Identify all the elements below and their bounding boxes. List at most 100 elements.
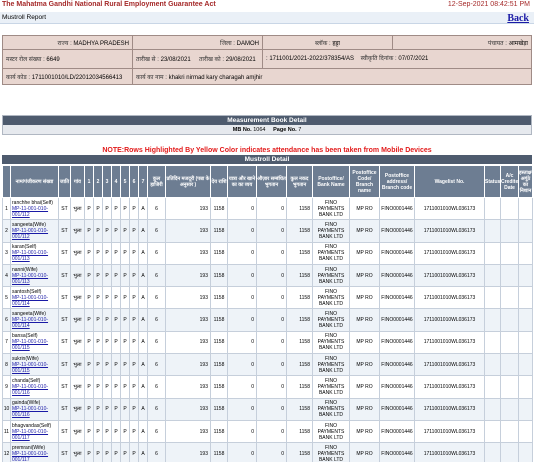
row-attendance-day-6: P xyxy=(129,286,139,310)
row-worker: santosh(Self) MP-11-001-010-001/114 xyxy=(10,286,59,310)
row-due-amount: 1158 xyxy=(210,219,228,243)
row-attendance-day-4: P xyxy=(111,219,121,243)
row-daily-wage: 193 xyxy=(165,442,211,462)
table-row: 7 bansa(Self) MP-11-001-010-001/115 ST भुला P… xyxy=(2,330,533,355)
row-attendance-day-3: P xyxy=(102,308,112,332)
row-cash-payment: 1158 xyxy=(286,419,313,444)
row-attendance-day-1: P xyxy=(84,263,94,288)
row-sno: 3 xyxy=(2,241,11,265)
row-attendance-day-7: A xyxy=(138,286,148,310)
measurement-book-panel: Measurement Book Detail MB No. 1064 Page… xyxy=(2,115,532,135)
page-no-value: 7 xyxy=(298,127,302,133)
row-sno: 4 xyxy=(2,263,11,288)
row-credited-date xyxy=(500,196,519,221)
row-wagelist: 1711001010WL036173 xyxy=(414,353,485,377)
row-sno: 9 xyxy=(2,375,11,399)
job-card-link[interactable]: MP-11-001-010-001/116 xyxy=(12,406,58,418)
msr-cell: मस्टर रोल संख्या : 6649 xyxy=(2,49,133,69)
bank-name-line: BANK LTD xyxy=(318,278,344,285)
job-card-link[interactable]: MP-11-001-010-001/112 xyxy=(12,206,58,218)
row-due-amount: 1158 xyxy=(210,375,228,399)
row-postoffice-address: FINO0001446 xyxy=(379,330,415,355)
row-postoffice-code: MP RO xyxy=(349,330,380,355)
row-credited-date xyxy=(500,419,519,444)
job-card-link[interactable]: MP-11-001-010-001/117 xyxy=(12,451,58,462)
work-code-cell: कार्य कोड : 1711001010/LD/22012034566413 xyxy=(2,68,133,85)
row-attendance-day-5: P xyxy=(120,442,130,462)
row-attendance-day-6: P xyxy=(129,219,139,243)
sanction-cell: : 1711001/2021-2022/378354/AS स्वीकृति द… xyxy=(262,49,532,69)
row-postoffice-bank: FINO PAYMENTS BANK LTD xyxy=(312,397,350,421)
job-card-link[interactable]: MP-11-001-010-001/117 xyxy=(12,429,58,441)
row-attendance-day-7: A xyxy=(138,419,148,444)
row-cash-payment: 1158 xyxy=(286,263,313,288)
row-village: भुला xyxy=(70,263,85,288)
job-card-link[interactable]: MP-11-001-010-001/113 xyxy=(12,273,58,285)
row-caste: ST xyxy=(58,330,71,355)
job-card-link[interactable]: MP-11-001-010-001/114 xyxy=(12,295,58,307)
col-day-1: 1 xyxy=(84,165,94,198)
row-attendance-day-3: P xyxy=(102,241,112,265)
row-postoffice-address: FINO0001446 xyxy=(379,442,415,462)
district-cell: जिला : DAMOH xyxy=(132,35,263,50)
bank-name-line: BANK LTD xyxy=(318,390,344,397)
row-postoffice-code: MP RO xyxy=(349,397,380,421)
row-attendance-day-6: P xyxy=(129,375,139,399)
row-attendance-day-6: P xyxy=(129,353,139,377)
row-attendance-day-2: P xyxy=(93,241,103,265)
bank-name-line: BANK LTD xyxy=(318,456,344,462)
row-due-amount: 1158 xyxy=(210,442,228,462)
table-row: 3 karan(Self) MP-11-001-010-001/113 ST भुला P… xyxy=(2,241,533,265)
row-wagelist: 1711001010WL036173 xyxy=(414,419,485,444)
row-status xyxy=(484,353,501,377)
job-card-link[interactable]: MP-11-001-010-001/115 xyxy=(12,362,58,374)
row-travel-food: 0 xyxy=(227,375,257,399)
table-row: 5 santosh(Self) MP-11-001-010-001/114 ST भुल… xyxy=(2,286,533,310)
mustroll-header-row: नाम/पंजीकरण संख्या जाति गांव 1 2 3 4 5 6… xyxy=(2,165,533,198)
row-village: भुला xyxy=(70,286,85,310)
row-attendance-day-4: P xyxy=(111,397,121,421)
job-card-link[interactable]: MP-11-001-010-001/116 xyxy=(12,384,58,396)
panchayat-value: आमखेड़ा xyxy=(508,40,528,47)
bank-name-line: PAYMENTS xyxy=(317,272,345,279)
row-sno: 7 xyxy=(2,330,11,355)
bank-name-line: PAYMENTS xyxy=(317,294,345,301)
row-signature xyxy=(518,196,533,221)
row-signature xyxy=(518,330,533,355)
job-card-link[interactable]: MP-11-001-010-001/113 xyxy=(12,250,58,262)
row-wagelist: 1711001010WL036173 xyxy=(414,241,485,265)
row-credited-date xyxy=(500,263,519,288)
row-attendance-day-4: P xyxy=(111,286,121,310)
row-tools-payment: 0 xyxy=(256,353,287,377)
back-link[interactable]: Back xyxy=(507,13,529,24)
row-daily-wage: 193 xyxy=(165,263,211,288)
row-attendance-day-6: P xyxy=(129,330,139,355)
row-tools-payment: 0 xyxy=(256,442,287,462)
row-signature xyxy=(518,419,533,444)
row-caste: ST xyxy=(58,353,71,377)
col-day-3: 3 xyxy=(102,165,112,198)
row-postoffice-bank: FINO PAYMENTS BANK LTD xyxy=(312,196,350,221)
row-cash-payment: 1158 xyxy=(286,353,313,377)
row-village: भुला xyxy=(70,353,85,377)
row-attendance-day-1: P xyxy=(84,330,94,355)
row-postoffice-bank: FINO PAYMENTS BANK LTD xyxy=(312,286,350,310)
panchayat-cell: पंचायत : आमखेड़ा xyxy=(392,35,532,50)
col-day-5: 5 xyxy=(120,165,130,198)
job-card-link[interactable]: MP-11-001-010-001/112 xyxy=(12,228,58,240)
row-attendance-day-4: P xyxy=(111,353,121,377)
row-worker: sangeeta(Wife) MP-11-001-010-001/112 xyxy=(10,219,59,243)
row-tools-payment: 0 xyxy=(256,196,287,221)
job-card-link[interactable]: MP-11-001-010-001/115 xyxy=(12,339,58,351)
row-attendance-day-2: P xyxy=(93,375,103,399)
job-card-link[interactable]: MP-11-001-010-001/114 xyxy=(12,317,58,329)
row-caste: ST xyxy=(58,263,71,288)
col-credited-date: A/c Credited Date xyxy=(500,165,519,198)
col-day-2: 2 xyxy=(93,165,103,198)
row-village: भुला xyxy=(70,375,85,399)
row-total-attendance: 6 xyxy=(147,196,166,221)
row-worker: chanda(Self) MP-11-001-010-001/116 xyxy=(10,375,59,399)
row-wagelist: 1711001010WL036173 xyxy=(414,397,485,421)
sanction-no: : 1711001/2021-2022/378354/AS xyxy=(266,55,354,62)
row-cash-payment: 1158 xyxy=(286,375,313,399)
